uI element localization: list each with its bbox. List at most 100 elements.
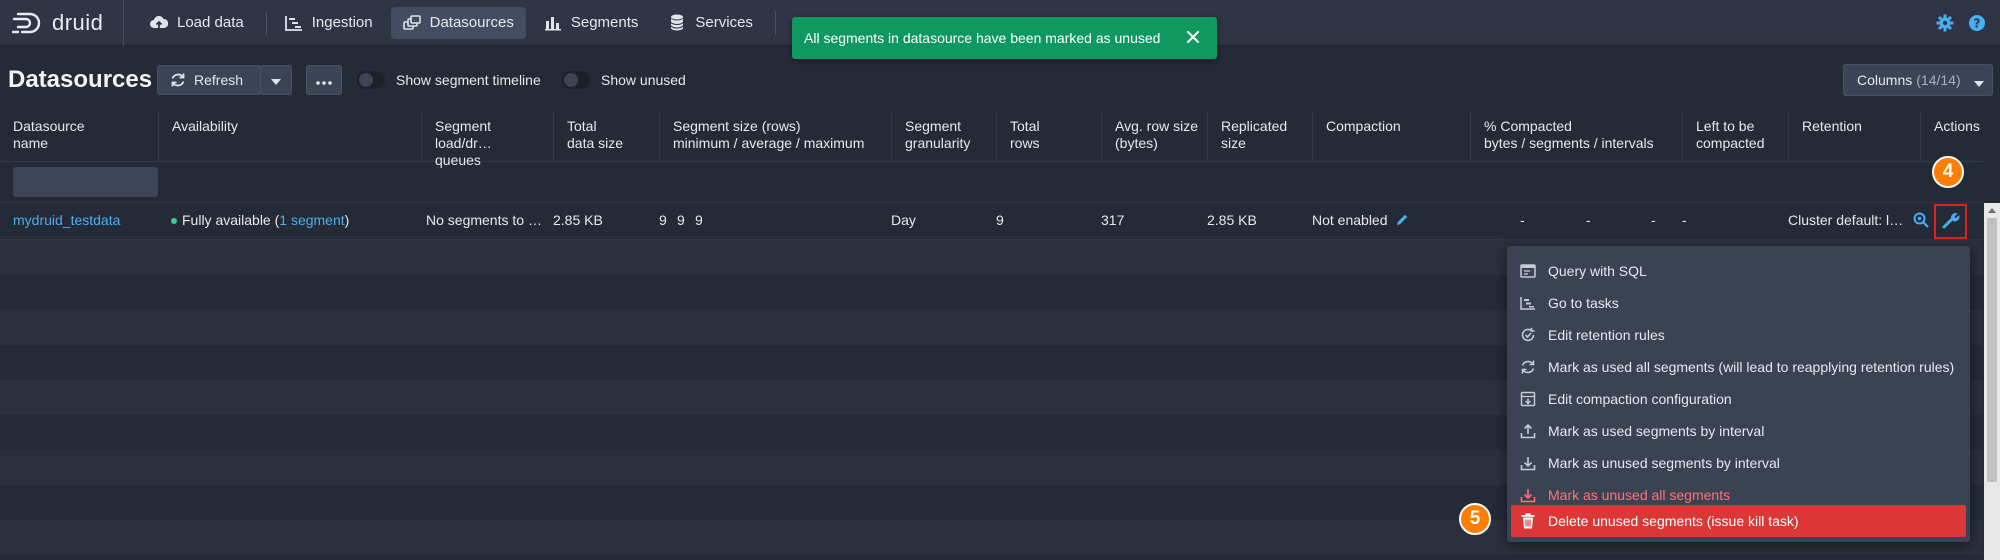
column-header[interactable]: Datasource name — [0, 112, 158, 162]
menu-mark-unused-by-interval[interactable]: Mark as unused segments by interval — [1511, 447, 1966, 478]
compaction-status: Not enabled — [1312, 212, 1388, 228]
nav-datasources[interactable]: Datasources — [390, 6, 526, 39]
nav-segments[interactable]: Segments — [532, 7, 651, 39]
gantt-chart-icon — [1519, 294, 1537, 312]
nav-load-data[interactable]: Load data — [138, 7, 256, 39]
step-badge-5: 5 — [1459, 503, 1491, 535]
availability-text: Fully available ( — [182, 212, 280, 228]
column-header-line1: Actions — [1934, 118, 1980, 134]
availability-cell: Fully available (1 segment) — [171, 212, 349, 228]
column-header-line1: Left to be — [1696, 118, 1755, 134]
upload-icon — [1519, 422, 1537, 440]
column-header[interactable]: Segment granularity — [891, 112, 996, 162]
refresh-options-button[interactable] — [260, 65, 292, 95]
column-header[interactable]: Total rows — [996, 112, 1101, 162]
segment-count-link[interactable]: 1 segment — [279, 212, 344, 228]
column-header-line1: Availability — [172, 118, 238, 134]
druid-logo-icon — [12, 12, 41, 33]
close-icon[interactable] — [1183, 27, 1203, 47]
refresh-label: Refresh — [194, 72, 244, 88]
load-queue-cell: No segments to … — [426, 212, 542, 228]
column-header-line2: rows — [1010, 135, 1040, 151]
column-header[interactable]: Total data size — [553, 112, 659, 162]
column-header[interactable]: Left to be compacted — [1682, 112, 1788, 162]
column-header[interactable]: Retention — [1788, 112, 1920, 162]
columns-count: (14/14) — [1916, 72, 1961, 88]
refresh-button[interactable]: Refresh — [157, 65, 261, 95]
menu-item-label: Delete unused segments (issue kill task) — [1548, 513, 1799, 529]
column-header[interactable]: Actions — [1920, 112, 1983, 162]
nav-services[interactable]: Services — [656, 7, 765, 39]
segment-timeline-toggle[interactable] — [357, 71, 385, 89]
availability-suffix: ) — [344, 212, 350, 228]
nav-datasources-label: Datasources — [429, 14, 514, 31]
scrollbar-thumb[interactable] — [1987, 218, 1997, 482]
column-header-line2: bytes / segments / intervals — [1484, 135, 1654, 151]
row-divider — [0, 202, 1983, 203]
column-header[interactable]: Availability — [158, 112, 421, 162]
logo-text: druid — [52, 9, 104, 35]
segment-min-cell: 9 — [659, 212, 667, 228]
pct-bytes-cell: - — [1520, 212, 1525, 228]
download-icon — [1519, 454, 1537, 472]
column-header-line2: compacted — [1696, 135, 1765, 151]
menu-item-label: Edit retention rules — [1548, 326, 1665, 343]
column-header[interactable]: % Compacted bytes / segments / intervals — [1470, 112, 1682, 162]
nav-load-data-label: Load data — [177, 14, 244, 31]
menu-item-label: Mark as used all segments (will lead to … — [1548, 358, 1955, 375]
more-options-button[interactable] — [306, 65, 342, 95]
pct-intervals-cell: - — [1651, 212, 1656, 228]
menu-query-with-sql[interactable]: Query with SQL — [1511, 255, 1966, 286]
column-header[interactable]: Compaction — [1312, 112, 1470, 162]
column-header-line1: Total — [1010, 118, 1040, 134]
show-unused-toggle[interactable] — [562, 71, 590, 89]
column-header[interactable]: Segment load/dr… queues — [421, 112, 553, 168]
total-size-cell: 2.85 KB — [553, 212, 603, 228]
datasource-filter-input[interactable] — [13, 167, 158, 197]
gantt-chart-icon — [284, 14, 303, 32]
compaction-cell: Not enabled — [1312, 212, 1409, 230]
help-icon[interactable]: ? — [1968, 14, 1986, 32]
nav-segments-label: Segments — [570, 14, 639, 31]
menu-mark-used-all[interactable]: Mark as used all segments (will lead to … — [1511, 351, 1966, 382]
nav-ingestion[interactable]: Ingestion — [273, 7, 385, 39]
menu-item-label: Go to tasks — [1548, 294, 1619, 311]
cog-icon[interactable] — [1936, 14, 1954, 32]
druid-logo[interactable]: druid — [0, 0, 124, 46]
search-icon[interactable] — [1913, 212, 1929, 231]
avg-row-size-cell: 317 — [1101, 212, 1125, 228]
column-header-line1: Total — [567, 118, 597, 134]
nav-right-group: ? — [1936, 0, 2000, 46]
nav-ingestion-label: Ingestion — [311, 14, 373, 31]
scroll-up-icon[interactable] — [1984, 203, 2000, 217]
available-dot — [171, 218, 177, 225]
menu-edit-retention-rules[interactable]: Edit retention rules — [1511, 319, 1966, 350]
column-header-line1: Avg. row size — [1115, 118, 1198, 134]
menu-go-to-tasks[interactable]: Go to tasks — [1511, 287, 1966, 318]
nav-separator — [774, 10, 776, 35]
edit-icon[interactable] — [1395, 213, 1409, 230]
column-header[interactable]: Replicated size — [1207, 112, 1312, 162]
column-header-line2: name — [13, 135, 49, 151]
actions-button[interactable] — [1934, 204, 1967, 239]
menu-delete-unused-segments[interactable]: Delete unused segments (issue kill task) — [1511, 505, 1966, 537]
column-header-line2: minimum / average / maximum — [673, 135, 865, 151]
column-header-line2: granularity — [905, 135, 971, 151]
replicated-size-cell: 2.85 KB — [1207, 212, 1257, 228]
left-to-compact-cell: - — [1682, 212, 1687, 228]
multi-select-icon — [402, 14, 421, 32]
column-header[interactable]: Segment size (rows) minimum / average / m… — [659, 112, 891, 162]
retention-cell[interactable]: Cluster default: l… — [1788, 212, 1903, 228]
datasource-name-link[interactable]: mydruid_testdata — [13, 212, 120, 228]
column-header[interactable]: Avg. row size (bytes) — [1101, 112, 1207, 162]
page-title: Datasources — [8, 66, 153, 93]
svg-text:?: ? — [1974, 17, 1981, 31]
refresh-icon — [170, 72, 186, 88]
database-icon — [668, 14, 686, 32]
menu-item-label: Edit compaction configuration — [1548, 390, 1732, 407]
menu-item-label: Mark as unused all segments — [1548, 486, 1731, 503]
automatic-updates-icon — [1519, 326, 1537, 344]
menu-mark-used-by-interval[interactable]: Mark as used segments by interval — [1511, 415, 1966, 446]
columns-button[interactable]: Columns (14/14) — [1843, 64, 1993, 96]
menu-edit-compaction[interactable]: Edit compaction configuration — [1511, 383, 1966, 414]
